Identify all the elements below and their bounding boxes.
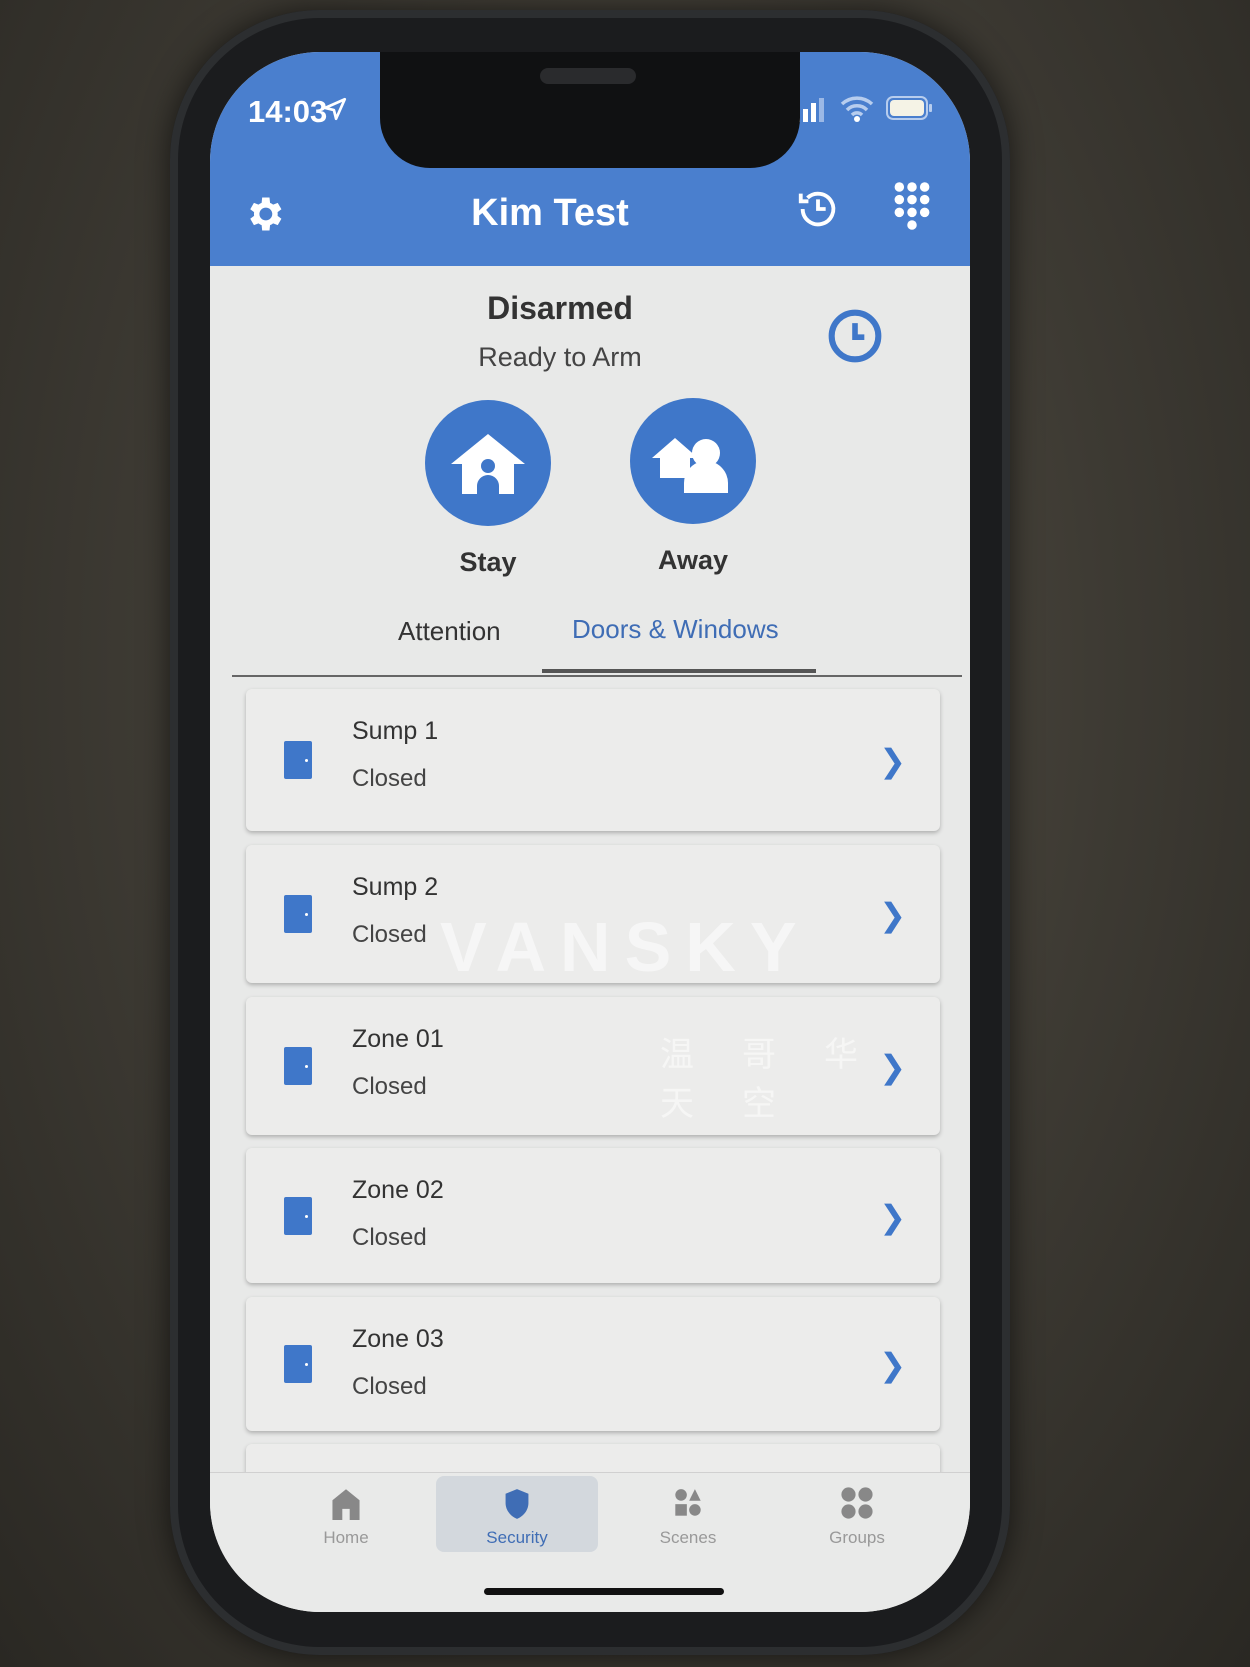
stay-label: Stay — [459, 547, 517, 577]
zone-status: Closed — [352, 921, 427, 948]
active-tab-indicator — [542, 669, 816, 673]
clock-icon[interactable] — [827, 308, 883, 364]
chevron-right-icon: ❯ — [879, 897, 906, 933]
chevron-right-icon: ❯ — [879, 1347, 906, 1383]
location-arrow-icon — [323, 97, 347, 121]
battery-icon — [886, 96, 932, 120]
shapes-icon — [675, 1489, 701, 1516]
zone-row[interactable]: Sump 1 Closed ❯ — [246, 689, 940, 831]
app-header: 14:03 Kim Test — [210, 52, 970, 266]
zone-row[interactable]: Zone 02 Closed ❯ — [246, 1148, 940, 1283]
zone-status: Closed — [352, 1073, 427, 1100]
zone-row[interactable]: Zone 03 Closed ❯ — [246, 1297, 940, 1431]
zone-name: Zone 02 — [352, 1176, 444, 1204]
wifi-icon — [840, 96, 874, 122]
notch — [380, 52, 800, 168]
zone-name: Sump 2 — [352, 873, 439, 901]
zone-name: Zone 01 — [352, 1025, 444, 1053]
away-button[interactable] — [630, 398, 756, 524]
chevron-right-icon: ❯ — [879, 1198, 906, 1235]
home-indicator[interactable] — [484, 1588, 724, 1595]
nav-label: Scenes — [659, 1528, 717, 1547]
chevron-right-icon: ❯ — [879, 743, 906, 779]
nav-scenes[interactable]: Scenes — [607, 1476, 769, 1552]
house-person-away-icon — [652, 438, 728, 493]
watermark-subtext: 温哥华天空 — [660, 1036, 906, 1123]
stay-button[interactable] — [425, 400, 551, 526]
home-icon — [332, 1489, 360, 1520]
nav-label: Groups — [829, 1528, 885, 1547]
away-label: Away — [657, 545, 729, 575]
zone-name: Sump 1 — [352, 717, 439, 745]
shield-icon — [505, 1489, 529, 1519]
status-time: 14:03 — [248, 94, 328, 129]
door-icon — [284, 1047, 312, 1085]
cellular-signal-icon — [795, 98, 824, 122]
nav-groups[interactable]: Groups — [776, 1476, 938, 1552]
groups-icon — [841, 1487, 873, 1519]
keypad-icon[interactable] — [893, 180, 931, 232]
tab-divider — [232, 675, 962, 677]
tab-attention[interactable]: Attention — [398, 616, 501, 647]
nav-home[interactable]: Home — [265, 1476, 427, 1552]
history-icon[interactable] — [795, 186, 841, 232]
zone-status: Closed — [352, 1373, 427, 1400]
door-icon — [284, 1196, 312, 1235]
page-title: Kim Test — [471, 192, 629, 234]
house-person-icon — [451, 434, 525, 494]
zone-status: Closed — [352, 765, 427, 792]
nav-security[interactable]: Security — [436, 1476, 598, 1552]
tab-doors-windows[interactable]: Doors & Windows — [572, 614, 779, 645]
watermark: VANSKY — [440, 908, 811, 986]
nav-label: Home — [323, 1528, 369, 1547]
zone-name: Zone 03 — [352, 1325, 444, 1353]
nav-label: Security — [486, 1528, 548, 1547]
phone-screen: 14:03 Kim Test Disarmed Ready to Arm Sta… — [210, 52, 970, 1612]
bottom-nav: Home Security Scenes Groups — [210, 1472, 970, 1612]
door-icon — [284, 895, 312, 933]
door-icon — [284, 741, 312, 779]
door-icon — [284, 1345, 312, 1383]
zone-status: Closed — [352, 1224, 427, 1251]
